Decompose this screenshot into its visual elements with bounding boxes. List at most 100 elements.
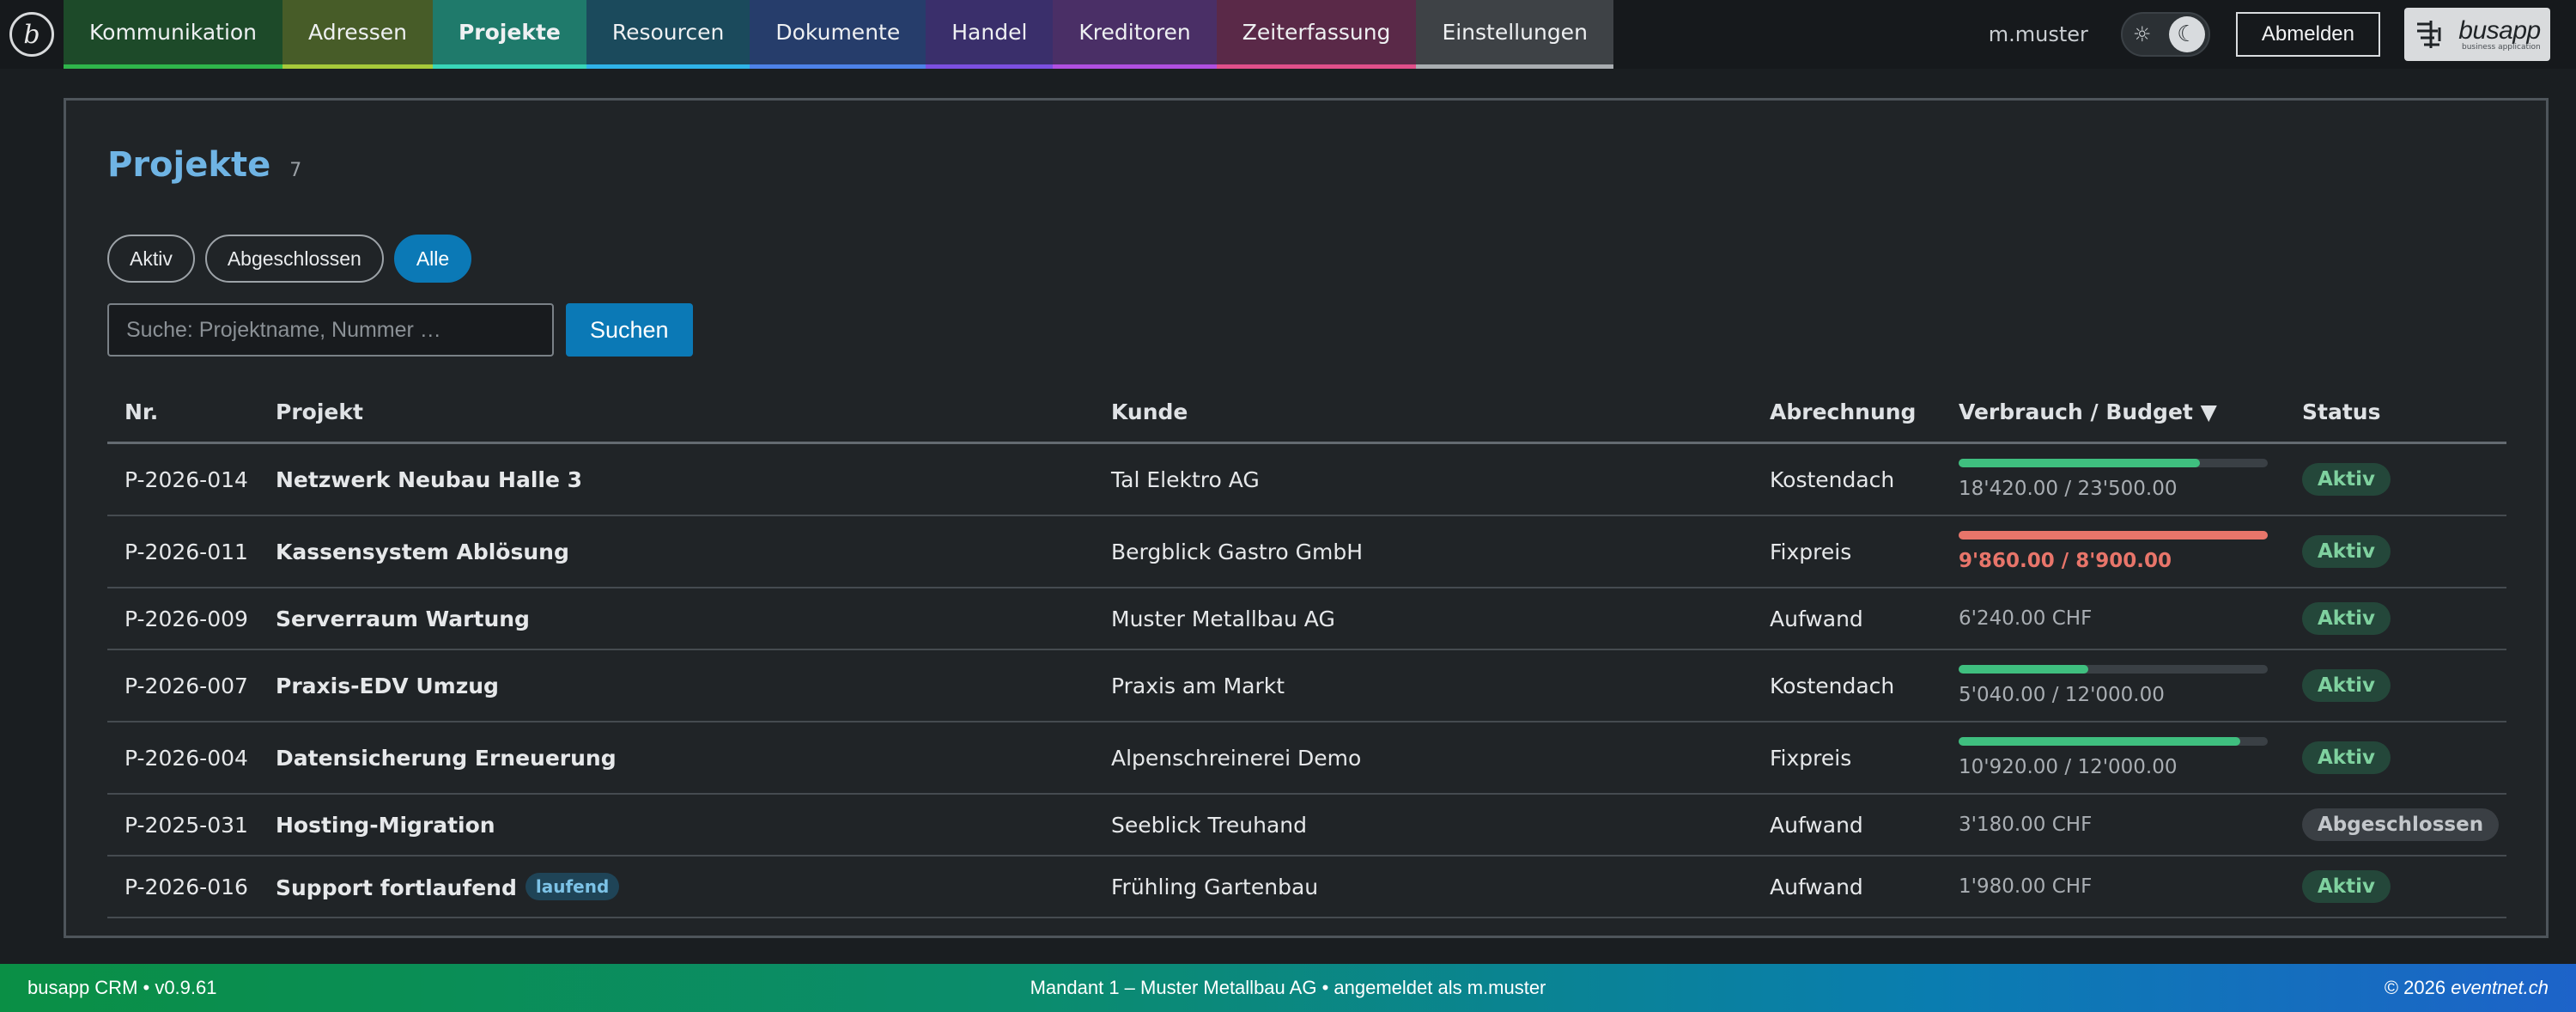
- status-cell: Aktiv: [2285, 741, 2506, 774]
- billing-type: Aufwand: [1770, 812, 1863, 838]
- project-name[interactable]: Datensicherung Erneuerung: [276, 746, 617, 771]
- table-row[interactable]: P-2026-016 Support fortlaufend laufend Früh…: [107, 857, 2506, 918]
- status-badge: Aktiv: [2302, 535, 2391, 568]
- table-row[interactable]: P-2026-007 Praxis-EDV Umzug Praxis am Mark…: [107, 650, 2506, 722]
- budget-progress-fill: [1959, 531, 2268, 540]
- header-nr[interactable]: Nr.: [107, 399, 258, 424]
- logo-b-icon: b: [9, 12, 54, 57]
- project-count: 7: [289, 160, 302, 181]
- customer-name: Bergblick Gastro GmbH: [1111, 539, 1364, 564]
- sun-icon: ☼: [2132, 22, 2152, 46]
- search-button[interactable]: Suchen: [566, 303, 693, 357]
- usage-budget-cell: 3'180.00 CHF: [1941, 814, 2285, 836]
- theme-toggle-knob: ☾: [2168, 16, 2205, 52]
- project-name-cell[interactable]: Kassensystem Ablösung: [258, 540, 1094, 564]
- budget-progress-bar: [1959, 665, 2268, 674]
- budget-progress-bar: [1959, 459, 2268, 467]
- usage-budget-cell: 18'420.00 / 23'500.00: [1941, 459, 2285, 500]
- header-verbrauch-budget[interactable]: Verbrauch / Budget ▼: [1941, 399, 2285, 424]
- projects-table: Nr. Projekt Kunde Abrechnung Verbrauch /…: [107, 382, 2506, 918]
- filter-aktiv[interactable]: Aktiv: [107, 235, 195, 283]
- filter-alle[interactable]: Alle: [393, 235, 472, 283]
- status-cell: Aktiv: [2285, 870, 2506, 903]
- billing-type: Fixpreis: [1770, 745, 1852, 771]
- nav-tab-handel[interactable]: Handel: [926, 0, 1054, 69]
- logout-button[interactable]: Abmelden: [2235, 12, 2380, 57]
- project-name[interactable]: Netzwerk Neubau Halle 3: [276, 467, 582, 492]
- budget-amount: 9'860.00 / 8'900.00: [1959, 550, 2172, 572]
- customer-name: Alpenschreinerei Demo: [1111, 745, 1362, 771]
- project-name-cell[interactable]: Hosting-Migration: [258, 813, 1094, 838]
- theme-toggle[interactable]: ☼ ☾: [2120, 12, 2210, 57]
- eventnet-link[interactable]: eventnet.ch: [2451, 977, 2549, 998]
- billing-type: Aufwand: [1770, 874, 1863, 899]
- footer-tenant: Mandant 1 – Muster Metallbau AG • angeme…: [1030, 977, 1546, 998]
- header-abrechnung[interactable]: Abrechnung: [1753, 399, 1941, 424]
- billing-type: Aufwand: [1770, 606, 1863, 631]
- project-tag: laufend: [525, 873, 620, 900]
- project-number: P-2026-009: [125, 606, 248, 631]
- nav-tab-zeiterfassung[interactable]: Zeiterfassung: [1216, 0, 1417, 69]
- table-row[interactable]: P-2026-004 Datensicherung Erneuerung Alpen…: [107, 722, 2506, 795]
- main-nav-tabs: Kommunikation Adressen Projekte Resourcen Do…: [64, 0, 1613, 69]
- project-number: P-2026-014: [125, 466, 248, 492]
- moon-icon: ☾: [2177, 21, 2197, 47]
- status-badge: Aktiv: [2302, 463, 2391, 496]
- project-name[interactable]: Support fortlaufend: [276, 875, 517, 900]
- table-row[interactable]: P-2026-011 Kassensystem Ablösung Bergblick…: [107, 516, 2506, 588]
- status-cell: Abgeschlossen: [2285, 808, 2506, 841]
- project-name[interactable]: Hosting-Migration: [276, 813, 495, 838]
- status-cell: Aktiv: [2285, 602, 2506, 635]
- status-cell: Aktiv: [2285, 669, 2506, 702]
- table-row[interactable]: P-2026-014 Netzwerk Neubau Halle 3 Tal Ele…: [107, 444, 2506, 516]
- status-cell: Aktiv: [2285, 463, 2506, 496]
- nav-tab-resourcen[interactable]: Resourcen: [586, 0, 750, 69]
- project-name-cell[interactable]: Serverraum Wartung: [258, 607, 1094, 631]
- header-status[interactable]: Status: [2285, 399, 2506, 424]
- nav-tab-kreditoren[interactable]: Kreditoren: [1053, 0, 1217, 69]
- status-badge: Aktiv: [2302, 741, 2391, 774]
- footer: busapp CRM • v0.9.61 Mandant 1 – Muster …: [0, 964, 2576, 1012]
- brand-logo: busapp business application: [2404, 8, 2550, 61]
- budget-progress-fill: [1959, 459, 2200, 467]
- table-row[interactable]: P-2025-031 Hosting-Migration Seeblick Treu…: [107, 795, 2506, 857]
- status-cell: Aktiv: [2285, 535, 2506, 568]
- header-kunde[interactable]: Kunde: [1094, 399, 1753, 424]
- app-logo[interactable]: b: [0, 0, 64, 69]
- status-badge: Abgeschlossen: [2302, 808, 2500, 841]
- usage-amount: 3'180.00 CHF: [1959, 814, 2093, 836]
- nav-tab-dokumente[interactable]: Dokumente: [750, 0, 927, 69]
- project-number: P-2025-031: [125, 812, 248, 838]
- brand-subtitle: business application: [2461, 42, 2541, 52]
- nav-tab-adressen[interactable]: Adressen: [283, 0, 433, 69]
- customer-name: Seeblick Treuhand: [1111, 812, 1307, 838]
- nav-tab-kommunikation[interactable]: Kommunikation: [64, 0, 283, 69]
- project-name[interactable]: Serverraum Wartung: [276, 607, 530, 631]
- project-name-cell[interactable]: Netzwerk Neubau Halle 3: [258, 467, 1094, 492]
- customer-name: Muster Metallbau AG: [1111, 606, 1335, 631]
- page-title: Projekte: [107, 145, 271, 185]
- nav-tab-projekte[interactable]: Projekte: [432, 0, 586, 69]
- project-name[interactable]: Praxis-EDV Umzug: [276, 674, 499, 698]
- project-name-cell[interactable]: Praxis-EDV Umzug: [258, 674, 1094, 698]
- project-name-cell[interactable]: Datensicherung Erneuerung: [258, 746, 1094, 771]
- customer-name: Frühling Gartenbau: [1111, 874, 1319, 899]
- billing-type: Kostendach: [1770, 466, 1895, 492]
- nav-tab-einstellungen[interactable]: Einstellungen: [1416, 0, 1613, 69]
- footer-copyright[interactable]: © 2026 eventnet.ch: [2385, 977, 2549, 999]
- customer-name: Tal Elektro AG: [1111, 466, 1260, 492]
- budget-amount: 5'040.00 / 12'000.00: [1959, 684, 2165, 706]
- search-input[interactable]: [107, 303, 554, 357]
- budget-progress-fill: [1959, 665, 2089, 674]
- table-row[interactable]: P-2026-009 Serverraum Wartung Muster Metal…: [107, 588, 2506, 650]
- project-name[interactable]: Kassensystem Ablösung: [276, 540, 569, 564]
- budget-amount: 18'420.00 / 23'500.00: [1959, 478, 2178, 500]
- project-number: P-2026-011: [125, 539, 248, 564]
- brand-mark-icon: [2417, 21, 2441, 48]
- header-projekt[interactable]: Projekt: [258, 399, 1094, 424]
- project-name-cell[interactable]: Support fortlaufend laufend: [258, 873, 1094, 900]
- filter-abgeschlossen[interactable]: Abgeschlossen: [204, 235, 384, 283]
- budget-progress-bar: [1959, 737, 2268, 746]
- customer-name: Praxis am Markt: [1111, 673, 1285, 698]
- status-badge: Aktiv: [2302, 669, 2391, 702]
